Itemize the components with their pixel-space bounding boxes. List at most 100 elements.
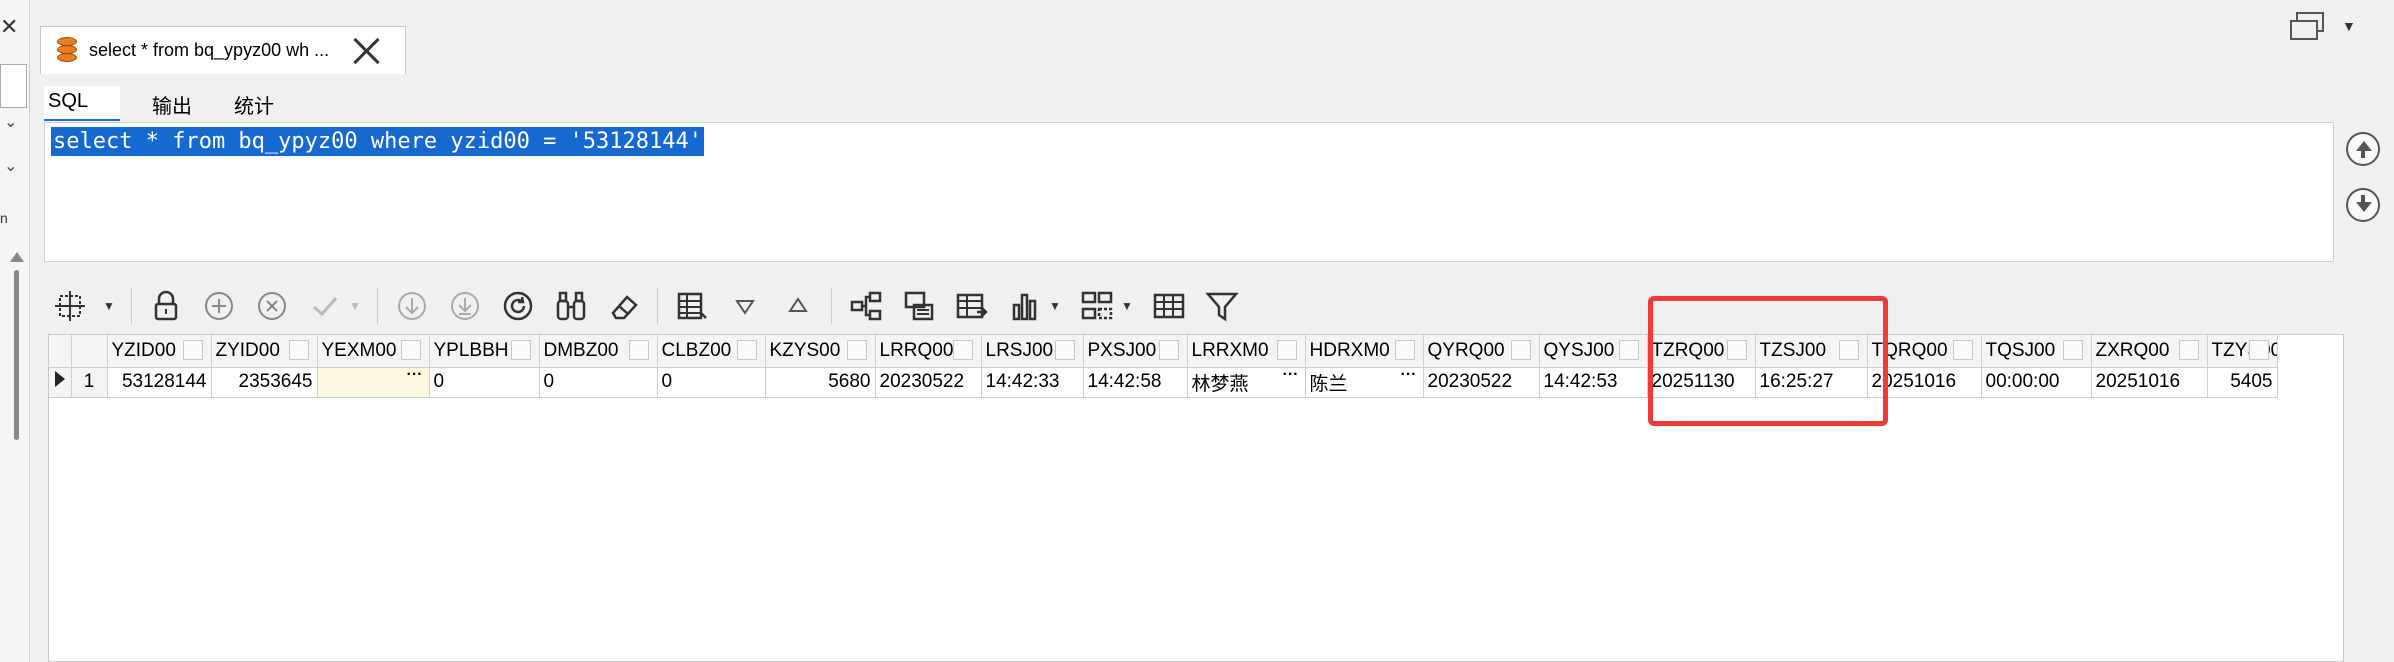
cell-zxrq00[interactable]: 20251016	[2091, 367, 2208, 398]
column-header-tzrq00[interactable]: TZRQ00	[1647, 335, 1756, 368]
ellipsis-icon[interactable]: ···	[1401, 367, 1417, 384]
chevron-down-icon[interactable]: ▼	[2342, 18, 2356, 34]
close-icon[interactable]: ✕	[0, 14, 18, 40]
filter-funnel-icon[interactable]	[1202, 286, 1242, 326]
column-header-qysj00[interactable]: QYSJ00	[1539, 335, 1648, 368]
column-filter-button[interactable]	[846, 340, 867, 360]
column-filter-button[interactable]	[2178, 340, 2199, 360]
left-input[interactable]	[0, 64, 27, 108]
cell-tqrq00[interactable]: 20251016	[1867, 367, 1982, 398]
column-filter-button[interactable]	[952, 340, 973, 360]
cell-pxsj00[interactable]: 14:42:58	[1083, 367, 1188, 398]
bar-chart-icon[interactable]	[1005, 286, 1045, 326]
filter-down-icon[interactable]	[725, 286, 765, 326]
cell-qysj00[interactable]: 14:42:53	[1539, 367, 1648, 398]
chevron-down-icon[interactable]: ⌄	[4, 112, 17, 132]
editor-tab[interactable]: select * from bq_ypyz00 wh ...	[40, 26, 406, 74]
cell-tzrq00[interactable]: 20251130	[1647, 367, 1756, 398]
column-filter-button[interactable]	[2062, 340, 2083, 360]
column-filter-button[interactable]	[182, 340, 203, 360]
column-header-yexm00[interactable]: YEXM00	[317, 335, 430, 368]
scrollbar[interactable]	[14, 270, 19, 440]
cell-tqsj00[interactable]: 00:00:00	[1981, 367, 2092, 398]
ellipsis-icon[interactable]: ···	[407, 367, 423, 384]
pivot-icon[interactable]	[1077, 286, 1117, 326]
column-filter-button[interactable]	[1726, 340, 1747, 360]
column-header-dmbz00[interactable]: DMBZ00	[539, 335, 658, 368]
grid-layout-icon[interactable]	[672, 286, 712, 326]
cell-zyid00[interactable]: 2353645	[211, 367, 318, 398]
tab-sql[interactable]: SQL	[44, 86, 121, 121]
restore-windows-icon[interactable]	[2290, 12, 2324, 40]
table-row[interactable]: 1 53128144 2353645 ··· 0 0 0 5680 20230522 14:42:…	[49, 367, 2278, 398]
column-header-tqsj00[interactable]: TQSJ00	[1981, 335, 2092, 368]
cell-lrrxm0[interactable]: 林梦燕 ···	[1187, 367, 1306, 398]
column-header-pxsj00[interactable]: PXSJ00	[1083, 335, 1188, 368]
sql-editor[interactable]: select * from bq_ypyz00 where yzid00 = '…	[44, 122, 2334, 262]
column-header-qyrq00[interactable]: QYRQ00	[1423, 335, 1540, 368]
select-mode-icon[interactable]	[50, 286, 90, 326]
cell-yplbbh[interactable]: 0	[429, 367, 540, 398]
export-table-icon[interactable]	[952, 286, 992, 326]
column-header-lrsj00[interactable]: LRSJ00	[981, 335, 1084, 368]
delete-row-icon[interactable]	[252, 286, 292, 326]
table-view-icon[interactable]	[1149, 286, 1189, 326]
sql-text[interactable]: select * from bq_ypyz00 where yzid00 = '…	[51, 127, 705, 156]
column-header-lrrxm0[interactable]: LRRXM0	[1187, 335, 1306, 368]
close-tab-icon[interactable]	[351, 36, 381, 66]
column-header-zxrq00[interactable]: ZXRQ00	[2091, 335, 2208, 368]
column-filter-button[interactable]	[1510, 340, 1531, 360]
column-filter-button[interactable]	[1952, 340, 1973, 360]
cell-yexm00[interactable]: ···	[317, 367, 430, 398]
column-filter-button[interactable]	[628, 340, 649, 360]
cell-tzsj00[interactable]: 16:25:27	[1755, 367, 1868, 398]
column-filter-button[interactable]	[2248, 340, 2269, 360]
chevron-down-icon[interactable]: ▼	[1121, 299, 1135, 313]
column-filter-button[interactable]	[400, 340, 421, 360]
chevron-down-icon[interactable]: ▼	[349, 299, 363, 313]
column-filter-button[interactable]	[1158, 340, 1179, 360]
scroll-up-icon[interactable]	[10, 252, 24, 262]
column-header-tqrq00[interactable]: TQRQ00	[1867, 335, 1982, 368]
cell-dmbz00[interactable]: 0	[539, 367, 658, 398]
row-indicator[interactable]	[49, 367, 72, 398]
column-header-tzsj00[interactable]: TZSJ00	[1755, 335, 1868, 368]
filter-up-icon[interactable]	[778, 286, 818, 326]
cell-qyrq00[interactable]: 20230522	[1423, 367, 1540, 398]
column-header-lrrq00[interactable]: LRRQ00	[875, 335, 982, 368]
cell-lrrq00[interactable]: 20230522	[875, 367, 982, 398]
add-row-icon[interactable]	[199, 286, 239, 326]
scroll-down-circle-icon[interactable]	[2346, 188, 2380, 222]
download-icon[interactable]	[392, 286, 432, 326]
column-header-zyid00[interactable]: ZYID00	[211, 335, 318, 368]
column-filter-button[interactable]	[1276, 340, 1297, 360]
eraser-icon[interactable]	[604, 286, 644, 326]
export-text-icon[interactable]	[899, 286, 939, 326]
tree-view-icon[interactable]	[846, 286, 886, 326]
refresh-icon[interactable]	[498, 286, 538, 326]
column-header-yzid00[interactable]: YZID00	[107, 335, 212, 368]
tab-statistics[interactable]: 统计	[230, 86, 284, 121]
chevron-down-icon[interactable]: ▼	[1049, 299, 1063, 313]
scroll-up-circle-icon[interactable]	[2346, 132, 2380, 166]
column-header-clbz00[interactable]: CLBZ00	[657, 335, 766, 368]
column-filter-button[interactable]	[1054, 340, 1075, 360]
column-filter-button[interactable]	[288, 340, 309, 360]
column-header-yplbbh[interactable]: YPLBBH	[429, 335, 540, 368]
column-header-kzys00[interactable]: KZYS00	[765, 335, 876, 368]
column-filter-button[interactable]	[510, 340, 531, 360]
cell-hdrxm0[interactable]: 陈兰 ···	[1305, 367, 1424, 398]
download-all-icon[interactable]	[445, 286, 485, 326]
column-filter-button[interactable]	[1394, 340, 1415, 360]
cell-yzid00[interactable]: 53128144	[107, 367, 212, 398]
cell-lrsj00[interactable]: 14:42:33	[981, 367, 1084, 398]
column-filter-button[interactable]	[1838, 340, 1859, 360]
cell-clbz00[interactable]: 0	[657, 367, 766, 398]
binoculars-icon[interactable]	[551, 286, 591, 326]
lock-icon[interactable]	[146, 286, 186, 326]
column-filter-button[interactable]	[736, 340, 757, 360]
cell-kzys00[interactable]: 5680	[765, 367, 876, 398]
tab-output[interactable]: 输出	[148, 86, 202, 121]
column-header-hdrxm0[interactable]: HDRXM0	[1305, 335, 1424, 368]
ellipsis-icon[interactable]: ···	[1283, 367, 1299, 384]
